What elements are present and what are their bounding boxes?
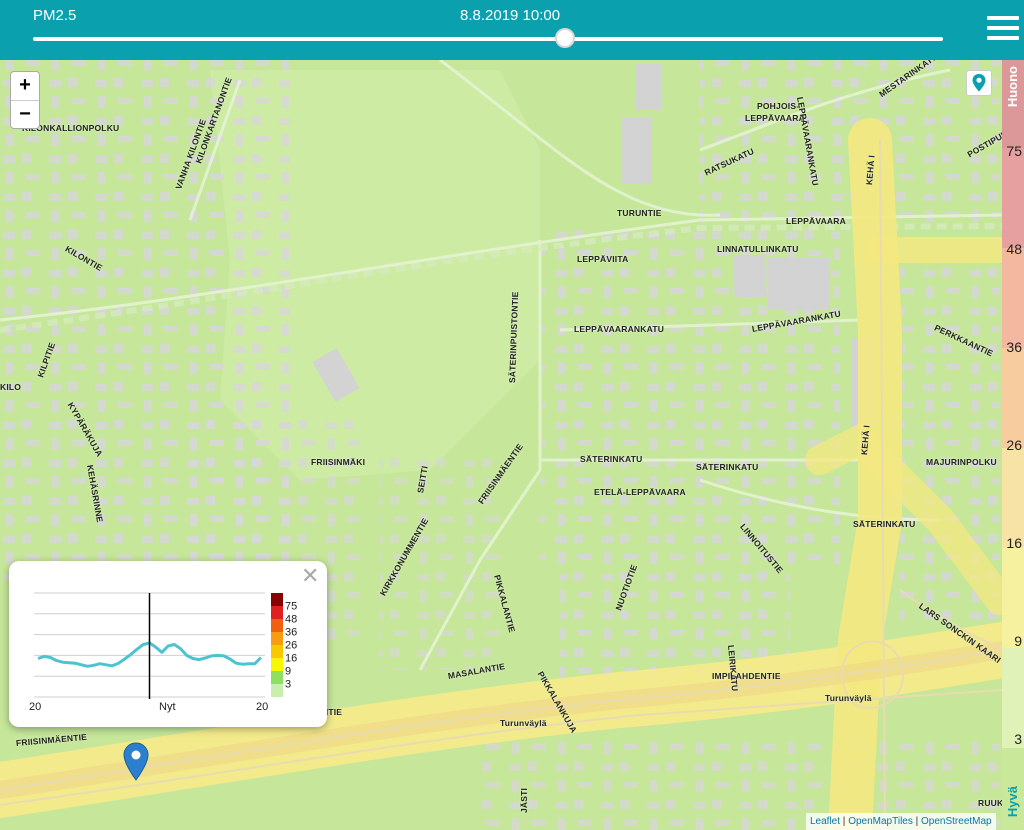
scale-tick: 36 (1006, 339, 1022, 355)
map-attribution: Leaflet | OpenMapTiles | OpenStreetMap (806, 813, 996, 830)
scale-tick: 48 (1006, 241, 1022, 257)
location-popup: ✕ 75 48 36 26 16 9 3 20 Nyt 20 (9, 561, 327, 727)
street-label: IMPILAHDENTIE (712, 671, 781, 681)
legend-label: 75 (285, 601, 297, 613)
street-label: LEPPÄVAARA (745, 113, 805, 123)
legend-swatch (271, 593, 283, 606)
zoom-control: + − (10, 71, 40, 129)
legend-swatch (271, 632, 283, 645)
time-slider-track[interactable] (33, 37, 943, 41)
scale-band-75 (1002, 148, 1024, 248)
leaflet-link[interactable]: Leaflet (810, 816, 840, 827)
street-label: LEPPÄVAARANKATU (574, 324, 665, 334)
pollutant-label[interactable]: PM2.5 (33, 7, 76, 24)
scale-band-48 (1002, 248, 1024, 348)
scale-label-huono: Huono (1005, 66, 1020, 108)
legend-label: 9 (285, 666, 291, 678)
x-label-start: 20 (29, 701, 42, 713)
datetime-label: 8.8.2019 10:00 (460, 7, 561, 24)
street-label: TURUNTIE (617, 208, 662, 218)
street-label: LINNATULLINKATU (717, 244, 799, 254)
legend-label: 48 (285, 614, 297, 626)
time-slider-thumb[interactable] (555, 28, 576, 48)
street-label: KILO (0, 382, 22, 392)
legend-swatch (271, 658, 283, 671)
x-label-end: 20 (256, 701, 269, 713)
pollution-scale: Huono Hyvä 75 48 36 26 16 9 3 (1002, 60, 1024, 830)
scale-band-26 (1002, 448, 1024, 548)
street-label: JÄSTI (519, 787, 529, 813)
location-pin-icon[interactable] (966, 70, 992, 96)
legend-swatch (271, 606, 283, 619)
scale-band-36 (1002, 348, 1024, 448)
menu-icon[interactable] (987, 16, 1019, 42)
legend-swatch (271, 671, 283, 684)
street-label: LEPPÄVIITA (577, 254, 629, 264)
street-label: SÄTERINKATU (696, 462, 759, 472)
map-pin-icon[interactable] (123, 742, 149, 787)
legend-swatch (271, 619, 283, 632)
openstreetmap-link[interactable]: OpenStreetMap (921, 816, 992, 827)
street-label: SÄTERINKATU (853, 519, 916, 529)
street-label: SÄTERINKATU (580, 454, 643, 464)
zoom-out-button[interactable]: − (11, 101, 39, 129)
legend-label: 26 (285, 640, 297, 652)
street-label: ETELÄ-LEPPÄVAARA (594, 487, 686, 497)
legend-swatch (271, 684, 283, 697)
scale-tick: 26 (1006, 437, 1022, 453)
openmaptiles-link[interactable]: OpenMapTiles (848, 816, 913, 827)
scale-tick: 75 (1006, 143, 1022, 159)
street-label: Turunväylä (500, 718, 547, 728)
legend-label: 16 (285, 653, 297, 665)
zoom-in-button[interactable]: + (11, 72, 39, 101)
top-bar: PM2.5 8.8.2019 10:00 (0, 0, 1024, 60)
street-label: POHJOIS- (757, 101, 800, 111)
street-label: RUUK (978, 798, 1002, 808)
scale-tick: 9 (1014, 633, 1022, 649)
legend-label: 3 (285, 679, 291, 691)
street-label: LEPPÄVAARA (786, 216, 846, 226)
legend-swatch (271, 645, 283, 658)
x-label-now: Nyt (159, 701, 176, 713)
scale-label-hyva: Hyvä (1005, 786, 1020, 818)
street-label: Turunväylä (825, 693, 872, 703)
street-label: MAJURINPOLKU (926, 457, 997, 467)
scale-tick: 3 (1014, 731, 1022, 747)
street-label: FRIISINMÄKI (311, 457, 366, 467)
scale-tick: 16 (1006, 535, 1022, 551)
legend-label: 36 (285, 627, 297, 639)
